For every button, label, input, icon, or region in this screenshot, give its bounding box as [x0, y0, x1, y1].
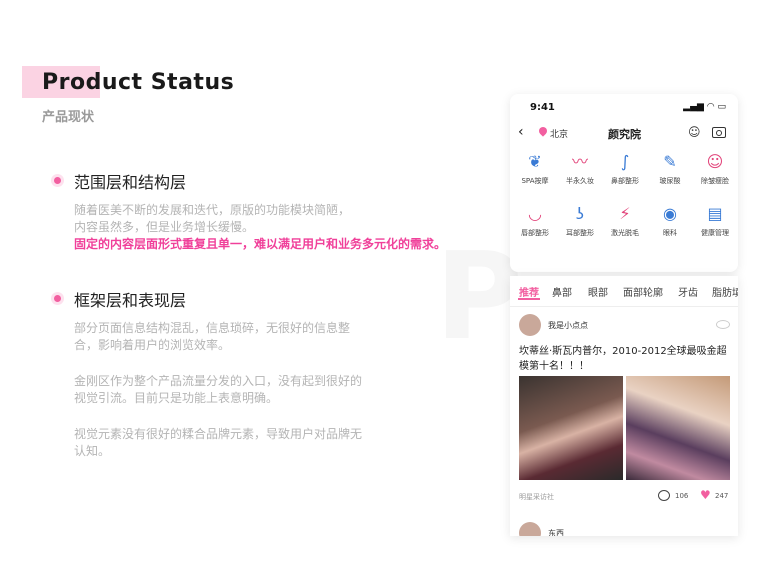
- post-image[interactable]: [626, 376, 730, 480]
- section-title: 范围层和结构层: [74, 173, 187, 192]
- spa-icon: ❦: [528, 152, 542, 171]
- post-author[interactable]: 我是小点点: [548, 320, 588, 331]
- phone-feed: 推荐 鼻部 眼部 面部轮廓 牙齿 脂肪填 我是小点点 坎蒂丝·斯瓦内普尔，2010-201…: [510, 276, 738, 536]
- eye-icon: ◉: [663, 204, 677, 223]
- location-pin-icon: [537, 125, 549, 137]
- paragraph-line: 金刚区作为整个产品流量分发的入口，没有起到很好的: [74, 374, 363, 388]
- avatar[interactable]: [519, 314, 541, 336]
- category-label: 耳部整形: [566, 229, 594, 237]
- section-title: 框架层和表现层: [74, 291, 187, 310]
- app-title: 颜究院: [608, 128, 641, 141]
- category-item[interactable]: ∫ 鼻部整形: [602, 152, 648, 186]
- category-item[interactable]: ▤ 健康管理: [692, 204, 738, 238]
- category-label: 鼻部整形: [611, 177, 639, 185]
- clipboard-icon: ▤: [707, 204, 723, 223]
- tab-4[interactable]: 牙齿: [678, 284, 698, 299]
- category-item[interactable]: ☺ 除皱瘦脸: [692, 152, 738, 186]
- paragraph-line: 视觉引流。目前只是功能上表意明确。: [74, 391, 279, 405]
- tab-0[interactable]: 推荐: [519, 284, 539, 299]
- post-source: 明星采访社: [519, 493, 554, 501]
- page-subtitle: 产品现状: [42, 110, 95, 125]
- category-label: 半永久妆: [566, 177, 594, 185]
- category-item[interactable]: ◉ 眼科: [647, 204, 693, 238]
- tab-2[interactable]: 眼部: [588, 284, 608, 299]
- back-icon[interactable]: ‹: [518, 124, 524, 140]
- avatar[interactable]: [519, 522, 541, 536]
- category-item[interactable]: ◡ 唇部整形: [512, 204, 558, 238]
- comment-count: 106: [675, 492, 689, 500]
- post-image[interactable]: [519, 376, 623, 480]
- category-item[interactable]: ✎ 玻尿酸: [647, 152, 693, 186]
- category-item[interactable]: 〰半永久妆: [557, 152, 603, 186]
- like-count: 247: [715, 492, 729, 500]
- category-item[interactable]: ⚡ 激光脱毛: [602, 204, 648, 238]
- like-icon[interactable]: ♥: [700, 489, 711, 501]
- category-label: 玻尿酸: [659, 177, 681, 185]
- paragraph-line: 内容虽然多，但是业务增长缓慢。: [74, 220, 255, 234]
- category-label: 唇部整形: [521, 229, 549, 237]
- paragraph-line: 视觉元素没有很好的糅合品牌元素，导致用户对品牌无: [74, 427, 363, 441]
- eyebrow-icon: 〰: [571, 152, 588, 171]
- laser-icon: ⚡: [619, 204, 631, 223]
- category-label: 激光脱毛: [611, 229, 639, 237]
- page-title: Product Status: [42, 70, 235, 95]
- category-label: 健康管理: [701, 229, 729, 237]
- camera-icon[interactable]: [712, 127, 726, 138]
- post-author[interactable]: 东西: [548, 528, 564, 536]
- tab-1[interactable]: 鼻部: [552, 284, 572, 299]
- phone-home-screen: 9:41 ▂▄▆ ◠ ▭ ‹ 北京 颜究院 ☺ ❦ SPA按摩〰半永久妆 ∫ 鼻部整形…: [510, 94, 738, 272]
- category-label: 除皱瘦脸: [701, 177, 729, 185]
- category-item[interactable]: ❦ SPA按摩: [512, 152, 558, 186]
- paragraph-line: 认知。: [74, 444, 111, 458]
- active-tab-indicator: [518, 298, 540, 300]
- comment-icon[interactable]: [658, 490, 670, 501]
- paragraph-line: 合，影响着用户的浏览效率。: [74, 338, 231, 352]
- pager-dots: [616, 262, 630, 272]
- face-icon: ☺: [706, 152, 724, 171]
- status-icons: ▂▄▆ ◠ ▭: [683, 102, 726, 112]
- paragraph-line: 部分页面信息结构混乱，信息琐碎，无很好的信息整: [74, 321, 351, 335]
- paragraph-line: 随着医美不断的发展和迭代，原版的功能模块简陋，: [74, 203, 351, 217]
- ear-icon: ʖ: [575, 204, 585, 223]
- category-label: 眼科: [663, 229, 677, 237]
- view-icon: [716, 320, 730, 329]
- location-label[interactable]: 北京: [550, 127, 568, 140]
- nose-icon: ∫: [620, 152, 630, 171]
- category-item[interactable]: ʖ 耳部整形: [557, 204, 603, 238]
- bullet-dot: [54, 295, 61, 302]
- bullet-dot: [54, 177, 61, 184]
- user-icon[interactable]: ☺: [688, 125, 701, 139]
- syringe-icon: ✎: [663, 152, 677, 171]
- category-label: SPA按摩: [521, 177, 549, 185]
- highlight-line: 固定的内容层面形式重复且单一，难以满足用户和业务多元化的需求。: [74, 237, 447, 251]
- tab-3[interactable]: 面部轮廓: [623, 284, 663, 299]
- post-text[interactable]: 坎蒂丝·斯瓦内普尔，2010-2012全球最吸金超模第十名！！！: [519, 344, 731, 374]
- tab-5[interactable]: 脂肪填: [712, 284, 738, 299]
- feed-tabs: 推荐 鼻部 眼部 面部轮廓 牙齿 脂肪填: [510, 282, 738, 307]
- status-time: 9:41: [530, 102, 555, 113]
- lips-icon: ◡: [528, 204, 542, 223]
